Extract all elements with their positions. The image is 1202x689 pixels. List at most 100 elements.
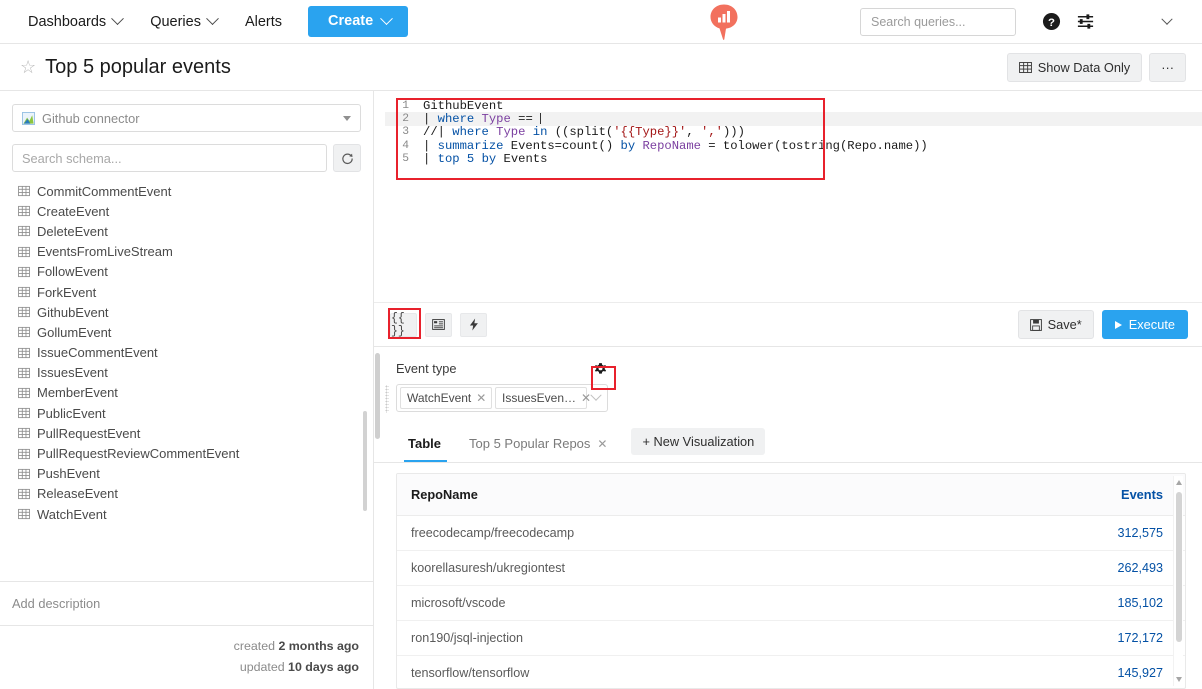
schema-item[interactable]: FollowEvent xyxy=(18,262,373,282)
schema-item-label: WatchEvent xyxy=(37,506,107,522)
table-row[interactable]: tensorflow/tensorflow 145,927 xyxy=(397,655,1185,688)
schema-item[interactable]: ReleaseEvent xyxy=(18,484,373,504)
show-data-only-button[interactable]: Show Data Only xyxy=(1006,52,1143,82)
close-icon[interactable]: ✕ xyxy=(597,437,607,451)
app-logo xyxy=(708,3,740,46)
tab-top-5-popular-repos[interactable]: Top 5 Popular Repos ✕ xyxy=(455,436,621,462)
code-line: 5 | top 5 by Events xyxy=(385,152,1202,167)
editor-toolbar-right: Save* Execute xyxy=(1017,310,1188,339)
page-title: Top 5 popular events xyxy=(45,55,231,78)
description-field[interactable]: Add description xyxy=(0,581,373,625)
schema-search-input[interactable] xyxy=(22,150,317,166)
create-button[interactable]: Create xyxy=(308,6,409,37)
table-icon xyxy=(18,448,30,459)
settings-button[interactable] xyxy=(1068,5,1102,39)
cell-reponame: tensorflow/tensorflow xyxy=(397,655,791,688)
results-table-body: freecodecamp/freecodecamp 312,575 koorel… xyxy=(397,515,1185,688)
connector-select[interactable]: Github connector xyxy=(12,104,361,132)
schema-item[interactable]: EventsFromLiveStream xyxy=(18,242,373,262)
svg-text:?: ? xyxy=(1048,17,1055,29)
schema-item[interactable]: PullRequestEvent xyxy=(18,423,373,443)
schema-item-label: DeleteEvent xyxy=(37,223,108,239)
nav-item-alerts[interactable]: Alerts xyxy=(231,8,296,36)
schema-item[interactable]: CommitCommentEvent xyxy=(18,181,373,201)
panel-toggle-button[interactable] xyxy=(425,312,452,337)
table-row[interactable]: ron190/jsql-injection 172,172 xyxy=(397,620,1185,656)
nav-item-queries[interactable]: Queries xyxy=(136,8,231,36)
table-icon xyxy=(18,387,30,399)
nav-item-label: Queries xyxy=(150,13,201,30)
more-options-button[interactable]: ··· xyxy=(1149,52,1186,82)
search-queries-input[interactable] xyxy=(871,14,1032,29)
schema-item[interactable]: IssueCommentEvent xyxy=(18,343,373,363)
tab-table[interactable]: Table xyxy=(396,436,455,462)
query-editor[interactable]: 1 GithubEvent 2 | where Type == 3 //| wh… xyxy=(385,99,1202,181)
drag-handle[interactable] xyxy=(385,385,389,413)
account-menu-button[interactable] xyxy=(1150,5,1184,39)
main-panel-scrollbar-thumb[interactable] xyxy=(375,353,380,439)
schema-search-box[interactable] xyxy=(12,144,327,172)
show-data-only-label: Show Data Only xyxy=(1037,59,1131,75)
chevron-down-icon[interactable] xyxy=(590,389,602,401)
execute-button[interactable]: Execute xyxy=(1101,310,1188,339)
query-parameters-button[interactable]: {{ }} xyxy=(390,312,417,338)
save-button[interactable]: Save* xyxy=(1017,310,1094,339)
parameter-value-select[interactable]: WatchEvent ✕ IssuesEven… ✕ xyxy=(396,384,608,412)
code-text: //| where Type in ((split('{{Type}}', ',… xyxy=(423,125,745,140)
schema-item[interactable]: PullRequestReviewCommentEvent xyxy=(18,443,373,463)
schema-item[interactable]: WatchEvent xyxy=(18,504,373,524)
scrollbar-thumb[interactable] xyxy=(1176,492,1182,642)
scroll-up-icon[interactable] xyxy=(1176,480,1182,485)
schema-item-label: CreateEvent xyxy=(37,203,110,219)
cell-events: 262,493 xyxy=(791,550,1185,586)
schema-item-label: IssueCommentEvent xyxy=(37,345,158,361)
sidebar-scrollbar-thumb[interactable] xyxy=(363,411,367,511)
parameter-chip[interactable]: WatchEvent ✕ xyxy=(400,387,492,409)
lightning-bolt-icon xyxy=(469,318,478,331)
code-line: 1 GithubEvent xyxy=(385,99,1202,113)
schema-item-label: PullRequestEvent xyxy=(37,425,141,441)
schema-item[interactable]: DeleteEvent xyxy=(18,221,373,241)
schema-item[interactable]: GithubEvent xyxy=(18,302,373,322)
created-value: 2 months ago xyxy=(278,639,359,654)
nav-item-dashboards[interactable]: Dashboards xyxy=(14,8,136,36)
chevron-down-icon xyxy=(380,11,394,25)
gear-icon xyxy=(594,363,607,374)
scroll-down-icon[interactable] xyxy=(1176,677,1182,682)
close-icon[interactable]: ✕ xyxy=(476,391,486,405)
schema-item[interactable]: CreateEvent xyxy=(18,201,373,221)
code-text: | top 5 by Events xyxy=(423,152,548,167)
chevron-down-icon xyxy=(343,115,351,121)
line-number: 4 xyxy=(402,139,409,152)
search-queries-box[interactable] xyxy=(860,7,1032,36)
table-icon xyxy=(1018,61,1032,73)
new-visualization-button[interactable]: + New Visualization xyxy=(631,428,766,455)
table-icon xyxy=(18,327,30,338)
run-shortcut-button[interactable] xyxy=(460,312,487,337)
schema-item[interactable]: PublicEvent xyxy=(18,403,373,423)
table-row[interactable]: freecodecamp/freecodecamp 312,575 xyxy=(397,515,1185,551)
editor-toolbar: {{ }} Save* Execute xyxy=(374,302,1202,346)
schema-item[interactable]: IssuesEvent xyxy=(18,363,373,383)
schema-item[interactable]: GollumEvent xyxy=(18,322,373,342)
parameter-chip[interactable]: IssuesEven… ✕ xyxy=(495,387,591,409)
schema-table-list[interactable]: CommitCommentEvent CreateEvent DeleteEve… xyxy=(0,181,373,581)
table-icon xyxy=(18,408,30,419)
schema-item[interactable]: PushEvent xyxy=(18,464,373,484)
sliders-icon xyxy=(1077,14,1093,29)
parameter-settings-button[interactable] xyxy=(593,361,608,376)
help-circle-icon: ? xyxy=(1042,12,1060,31)
results-table-scrollbar[interactable] xyxy=(1173,476,1183,686)
column-header-events[interactable]: Events xyxy=(791,474,1185,516)
refresh-schema-button[interactable] xyxy=(333,144,361,172)
star-outline-icon[interactable]: ☆ xyxy=(20,58,36,76)
schema-item[interactable]: MemberEvent xyxy=(18,383,373,403)
table-row[interactable]: microsoft/vscode 185,102 xyxy=(397,585,1185,621)
schema-item[interactable]: ForkEvent xyxy=(18,282,373,302)
query-editor-area[interactable]: 1 GithubEvent 2 | where Type == 3 //| wh… xyxy=(374,91,1202,302)
help-button[interactable]: ? xyxy=(1034,5,1068,39)
close-icon[interactable]: ✕ xyxy=(581,391,591,405)
column-header-reponame[interactable]: RepoName xyxy=(397,474,791,516)
cell-reponame: microsoft/vscode xyxy=(397,585,791,621)
table-row[interactable]: koorellasuresh/ukregiontest 262,493 xyxy=(397,550,1185,586)
